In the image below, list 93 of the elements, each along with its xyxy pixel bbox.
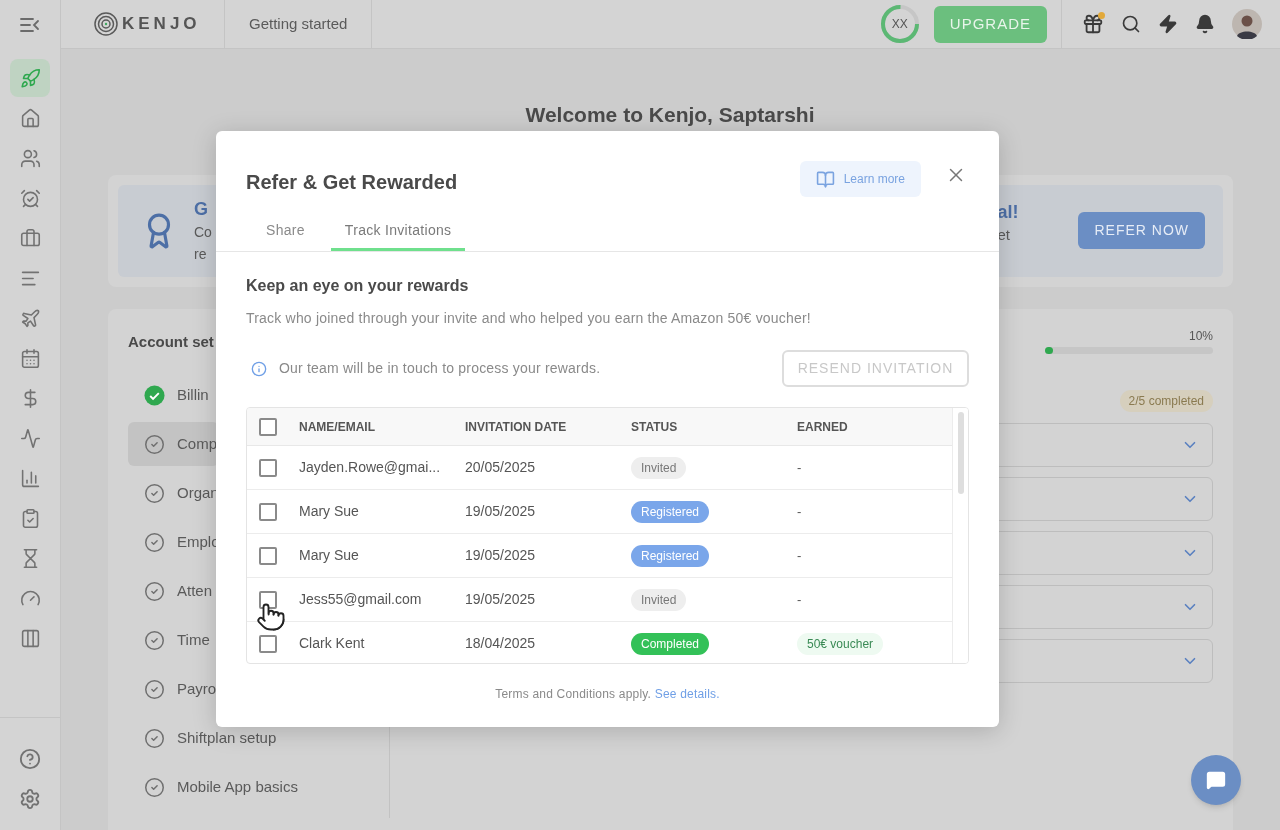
info-icon	[251, 360, 267, 377]
see-details-link[interactable]: See details.	[654, 687, 720, 701]
table-cell-text: Clark Kent	[299, 634, 366, 653]
checkbox[interactable]	[259, 634, 277, 653]
help-icon[interactable]	[19, 748, 41, 770]
avatar[interactable]	[1232, 9, 1262, 39]
scrollbar[interactable]	[952, 408, 968, 663]
setup-item[interactable]: Time	[128, 618, 216, 662]
lightning-icon[interactable]	[1158, 14, 1178, 34]
setup-item-label: Comp	[177, 433, 217, 454]
table-cell-text: 18/04/2025	[465, 634, 537, 653]
sidebar-item[interactable]	[10, 59, 50, 97]
people-icon	[19, 147, 41, 169]
gift-icon[interactable]	[1082, 13, 1104, 35]
setup-item-label: Shiftplan setup	[177, 727, 277, 748]
section-title: Getting started	[225, 0, 373, 48]
column-header: STATUS	[631, 418, 679, 436]
column-header: EARNED	[797, 418, 849, 436]
section-heading: Keep an eye on your rewards	[246, 276, 470, 296]
progress-ring[interactable]: XX	[879, 4, 920, 44]
table-cell-text: -	[797, 546, 802, 565]
table-row[interactable]: Mary Sue 19/05/2025 Registered -	[247, 534, 953, 578]
checkbox[interactable]	[259, 458, 277, 477]
info-text: Our team will be in touch to process your rewards.	[279, 359, 601, 378]
setup-item-label: Time	[177, 629, 210, 650]
table-cell-text: -	[797, 458, 802, 477]
welcome-title: Welcome to Kenjo, Saptarshi	[524, 102, 816, 128]
chat-icon	[1206, 770, 1226, 790]
bar-chart-icon	[19, 467, 41, 489]
banner-title: G	[194, 197, 208, 221]
banner-text: Co	[194, 222, 212, 242]
status-badge: Invited	[631, 588, 687, 611]
tab[interactable]: Share	[246, 215, 325, 251]
home-icon	[19, 107, 41, 129]
learn-more-button[interactable]: Learn more	[799, 161, 921, 197]
table-cell-text: Mary Sue	[299, 502, 360, 521]
table-row[interactable]: Jayden.Rowe@gmai... 20/05/2025 Invited -	[247, 446, 953, 490]
table-cell-text: Jayden.Rowe@gmai...	[299, 458, 442, 477]
reward-badge: 50€ voucher	[797, 632, 884, 655]
setup-item-label: Billin	[177, 384, 209, 405]
table-cell-text: Mary Sue	[299, 546, 360, 565]
section-description: Track who joined through your invite and who helped you earn the Amazon 50€ voucher!	[246, 309, 812, 328]
column-header: NAME/EMAIL	[299, 418, 376, 436]
logo-text: KENJO	[122, 13, 201, 36]
column-header: INVITATION DATE	[465, 418, 568, 436]
calendar-icon	[19, 347, 41, 369]
checkbox[interactable]	[259, 502, 277, 521]
alarm-clock-icon	[19, 187, 41, 209]
refer-now-button[interactable]: REFER NOW	[1078, 212, 1205, 249]
pointer-cursor-icon	[256, 602, 286, 632]
table-row[interactable]: Mary Sue 19/05/2025 Registered -	[247, 490, 953, 534]
settings-icon[interactable]	[19, 788, 41, 810]
table-cell-text: 20/05/2025	[465, 458, 537, 477]
completed-badge: 2/5 completed	[1119, 389, 1213, 412]
terms-text: Terms and Conditions apply. See details.	[494, 686, 721, 703]
table-row[interactable]: Clark Kent 18/04/2025 Completed 50€ voucher	[247, 622, 953, 663]
banner-text: re	[194, 244, 207, 264]
setup-title: Account set	[128, 331, 215, 352]
table-cell-text: 19/05/2025	[465, 502, 537, 521]
status-badge: Completed	[631, 632, 710, 655]
pulse-icon	[19, 427, 41, 449]
tab[interactable]: Track Invitations	[330, 215, 466, 251]
airplane-icon	[19, 307, 41, 329]
bell-icon[interactable]	[1195, 14, 1215, 34]
status-badge: Invited	[631, 456, 687, 479]
setup-item-label: Mobile App basics	[177, 776, 298, 797]
setup-item[interactable]: Billin	[128, 373, 216, 417]
table-cell-text: Jess55@gmail.com	[299, 590, 423, 609]
book-icon	[815, 169, 835, 189]
setup-item[interactable]: Atten	[128, 569, 216, 613]
briefcase-icon	[19, 227, 41, 249]
setup-item[interactable]: Comp	[128, 422, 219, 466]
search-icon[interactable]	[1121, 14, 1141, 34]
rocket-icon	[19, 67, 41, 89]
status-badge: Registered	[631, 544, 710, 567]
setup-item-label: Atten	[177, 580, 213, 601]
progress-percent: 10%	[1188, 327, 1213, 345]
setup-item[interactable]: Shiftplan setup	[128, 716, 279, 760]
modal-title: Refer & Get Rewarded	[246, 170, 458, 195]
table-cell-text: -	[797, 590, 802, 609]
logo-icon	[94, 12, 118, 36]
setup-item-label: Payro	[177, 678, 217, 699]
table-cell-text: -	[797, 502, 802, 521]
setup-item[interactable]: Payro	[128, 667, 219, 711]
checkbox[interactable]	[259, 417, 277, 436]
table-cell-text: 19/05/2025	[465, 590, 537, 609]
banner-title: al!	[997, 200, 1019, 224]
menu-collapse-icon[interactable]	[20, 16, 40, 33]
columns-icon	[19, 627, 41, 649]
setup-item[interactable]: Mobile App basics	[128, 765, 300, 809]
status-badge: Registered	[631, 500, 710, 523]
checkbox[interactable]	[259, 546, 277, 565]
table-cell-text: 19/05/2025	[465, 546, 537, 565]
